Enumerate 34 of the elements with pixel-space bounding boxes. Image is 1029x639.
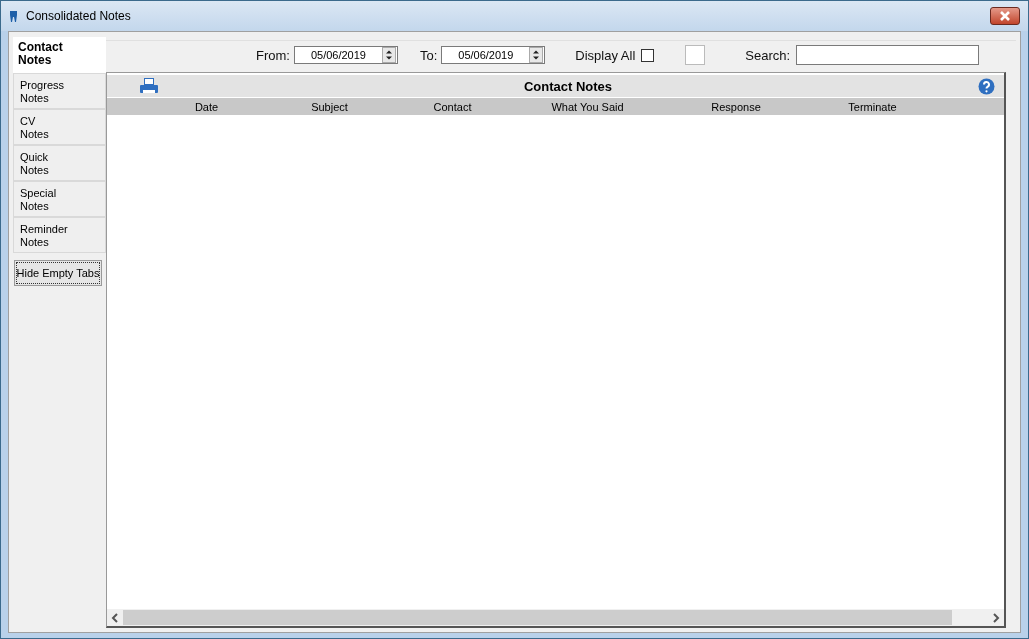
spinner-icon[interactable] — [381, 47, 396, 63]
scrollbar-thumb[interactable] — [123, 610, 952, 625]
column-header[interactable]: Date — [145, 100, 268, 113]
hide-empty-tabs-button[interactable]: Hide Empty Tabs — [14, 260, 102, 286]
note-tab[interactable]: Quick Notes — [13, 145, 106, 181]
note-tab[interactable]: Special Notes — [13, 181, 106, 217]
scroll-right-icon[interactable] — [992, 612, 1000, 623]
close-icon — [999, 11, 1011, 21]
scroll-left-icon[interactable] — [111, 612, 119, 623]
panel-title: Contact Notes — [522, 78, 614, 94]
printer-icon[interactable] — [140, 77, 158, 95]
help-icon[interactable] — [978, 77, 995, 95]
note-tab[interactable]: Reminder Notes — [13, 217, 106, 253]
from-date-field[interactable]: 05/06/2019 — [293, 46, 398, 64]
column-header[interactable]: Subject — [268, 100, 391, 113]
window-title: Consolidated Notes — [26, 9, 132, 23]
display-all-label: Display All — [575, 47, 636, 63]
spinner-icon[interactable] — [529, 47, 544, 63]
blank-swatch[interactable] — [685, 45, 706, 65]
note-tab[interactable]: Contact Notes — [13, 37, 106, 73]
note-tab[interactable]: Progress Notes — [13, 73, 106, 109]
display-all-checkbox[interactable] — [641, 48, 655, 62]
column-header[interactable]: What You Said — [514, 100, 661, 113]
to-label: To: — [419, 47, 438, 63]
from-label: From: — [256, 47, 290, 63]
note-tab[interactable]: CV Notes — [13, 109, 106, 145]
column-header[interactable]: Contact — [391, 100, 514, 113]
search-label: Search: — [745, 47, 791, 63]
tooth-icon — [9, 9, 18, 23]
to-date-field[interactable]: 05/06/2019 — [441, 46, 546, 64]
close-button[interactable] — [990, 7, 1020, 25]
column-header[interactable]: Terminate — [811, 100, 934, 113]
search-field[interactable] — [796, 45, 980, 65]
column-header[interactable]: Response — [661, 100, 811, 113]
